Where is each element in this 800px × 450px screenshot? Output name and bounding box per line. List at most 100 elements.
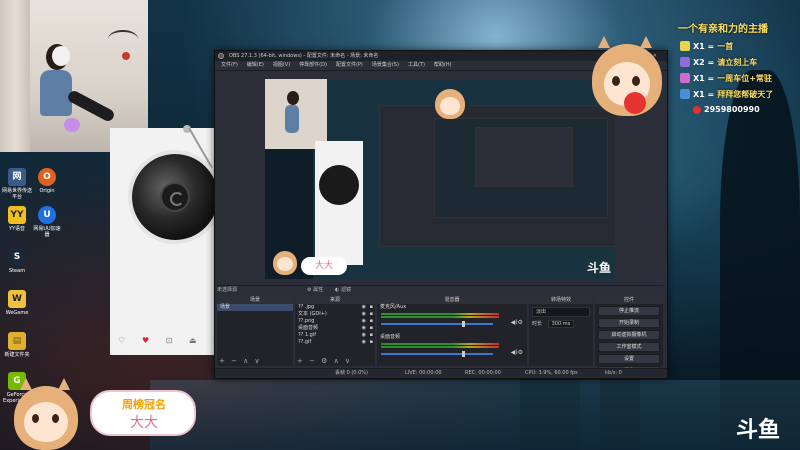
eye-icon[interactable]: ◉ [362, 332, 366, 339]
wegame-icon: W [8, 290, 26, 308]
eye-icon[interactable]: ◉ [362, 304, 366, 311]
desktop-icon-netease[interactable]: 网 网易世界传送平台 [2, 168, 32, 200]
volume-knob[interactable] [461, 351, 465, 357]
gift-row: X1 = 一首 [680, 39, 733, 53]
start-recording-button[interactable]: 开始录制 [598, 318, 660, 328]
scene-item[interactable]: 场景 [217, 304, 293, 311]
transition-select[interactable]: 淡出 [532, 307, 590, 317]
source-item[interactable]: 桌面音频 ◉ ▪ [295, 325, 375, 332]
lock-icon[interactable]: ▪ [370, 311, 373, 318]
speaker-icon[interactable]: ◀)⚙ [511, 349, 523, 356]
menu-docks[interactable]: 停靠部件(D) [299, 61, 327, 70]
flower [122, 52, 130, 60]
nested-person-head [287, 91, 299, 105]
gift-icon [680, 57, 690, 67]
nested-widget [315, 141, 363, 265]
stop-streaming-button[interactable]: 停止推流 [598, 306, 660, 316]
overlay-contact: 2959800990 [693, 105, 760, 114]
steam-icon: S [8, 248, 26, 266]
douyu-logo: 斗鱼 [736, 418, 781, 443]
like-outline-icon[interactable]: ♡ [118, 336, 125, 345]
mixer-panel: 混音器 麦克风/Aux ◀)⚙ 桌面音频 ◀)⚙ [377, 296, 527, 366]
menu-view[interactable]: 视图(V) [273, 61, 290, 70]
desktop-icon-wegame[interactable]: W WeGame [2, 290, 32, 316]
volume-slider[interactable] [381, 353, 493, 355]
eye-icon[interactable]: ◉ [362, 339, 366, 346]
lock-icon[interactable]: ▪ [370, 304, 373, 311]
source-item[interactable]: ??.png ◉ ▪ [295, 318, 375, 325]
mascot-eye [32, 414, 39, 423]
channel-name: 麦克风/Aux [380, 304, 407, 310]
volume-knob[interactable] [461, 321, 465, 327]
menu-file[interactable]: 文件(F) [221, 61, 238, 70]
mascot-ear [640, 36, 652, 48]
menu-edit[interactable]: 编辑(E) [247, 61, 264, 70]
source-item[interactable]: ??.gif ◉ ▪ [295, 339, 375, 346]
volume-slider[interactable] [381, 323, 493, 325]
origin-icon: O [38, 168, 56, 186]
source-item[interactable]: 文本 (GDI+) ◉ ▪ [295, 311, 375, 318]
eye-icon[interactable]: ◉ [362, 311, 366, 318]
gift-count: X1 = [693, 89, 715, 99]
menu-help[interactable]: 帮助(H) [434, 61, 452, 70]
desktop-icon-folder[interactable]: ▤ 新建文件夹 [2, 332, 32, 358]
music-player-widget[interactable]: ♡ ♥ ⊡ ⏏ ⊘ [110, 125, 228, 355]
lock-icon[interactable]: ▪ [370, 325, 373, 332]
desktop-icon-label: WeGame [5, 310, 29, 316]
duration-label: 时长 [532, 321, 543, 327]
eye-icon[interactable]: ◉ [362, 318, 366, 325]
mascot-face [440, 97, 460, 115]
scenes-toolbar[interactable]: + − ∧ ∨ [219, 357, 262, 365]
speaker-icon[interactable]: ◀)⚙ [511, 319, 523, 326]
desktop-icon-label: Origin [39, 188, 55, 194]
gift-text: 一首 [717, 41, 734, 51]
mascot-ear [598, 36, 610, 48]
lock-icon[interactable]: ▪ [370, 339, 373, 346]
mixer-channel: 桌面音频 ◀)⚙ [377, 334, 527, 364]
desktop-icon-steam[interactable]: S Steam [2, 248, 32, 274]
nested-obs-2 [434, 118, 608, 218]
curtain [0, 0, 30, 152]
weekly-top-badge: 周榜冠名 大大 [90, 390, 196, 436]
settings-button[interactable]: 设置 [598, 354, 660, 364]
channel-name: 桌面音频 [380, 334, 401, 340]
mascot-eye [52, 414, 59, 423]
level-meter [381, 346, 499, 348]
scenes-panel: 场景 场景 + − ∧ ∨ [217, 296, 293, 366]
source-item[interactable]: ?? .jpg ◉ ▪ [295, 304, 375, 311]
eye-icon[interactable]: ◉ [362, 325, 366, 332]
virtual-camera-button[interactable]: 启动虚拟摄像机 [598, 330, 660, 340]
source-label: ?? 1.gif [298, 332, 316, 338]
sources-toolbar[interactable]: + − ⚙ ∧ ∨ [297, 357, 352, 365]
sources-header: 来源 [295, 296, 375, 304]
hanger [108, 30, 138, 48]
wallpaper-ground [150, 380, 800, 450]
source-label: ??.png [298, 318, 315, 324]
lock-icon[interactable]: ▪ [370, 332, 373, 339]
properties-button[interactable]: ⚙ 属性 [307, 286, 323, 295]
filters-button[interactable]: ◐ 滤镜 [335, 286, 351, 295]
share-icon[interactable]: ⊡ [166, 336, 173, 345]
gift-icon [680, 89, 690, 99]
source-item[interactable]: ?? 1.gif ◉ ▪ [295, 332, 375, 339]
mascot-badge [10, 378, 84, 450]
desktop-icon-origin[interactable]: O Origin [32, 168, 62, 194]
desktop-icon-label: Steam [8, 268, 26, 274]
vinyl-disc[interactable] [132, 154, 218, 240]
lock-icon[interactable]: ▪ [370, 318, 373, 325]
duration-row: 时长 300 ms [529, 320, 593, 328]
obs-preview-canvas[interactable]: 大大 斗鱼 [265, 79, 615, 279]
source-toolbar: 未选择源 ⚙ 属性 ◐ 滤镜 [217, 285, 663, 295]
studio-mode-button[interactable]: 工作室模式 [598, 342, 660, 352]
nested-douyu-logo: 斗鱼 [587, 261, 612, 275]
duration-input[interactable]: 300 ms [547, 320, 575, 328]
dropped-frames: 丢帧 0 (0.0%) [335, 370, 368, 376]
mascot-apple [588, 36, 668, 124]
menu-profile[interactable]: 配置文件(P) [336, 61, 363, 70]
eject-icon[interactable]: ⏏ [189, 336, 197, 345]
desktop-icon-yy[interactable]: YY YY语音 [2, 206, 32, 232]
heart-icon[interactable]: ♥ [142, 336, 149, 345]
menu-tools[interactable]: 工具(T) [408, 61, 425, 70]
menu-scene-collection[interactable]: 场景集合(S) [372, 61, 399, 70]
desktop-icon-uu[interactable]: U 网易UU加速器 [32, 206, 62, 238]
